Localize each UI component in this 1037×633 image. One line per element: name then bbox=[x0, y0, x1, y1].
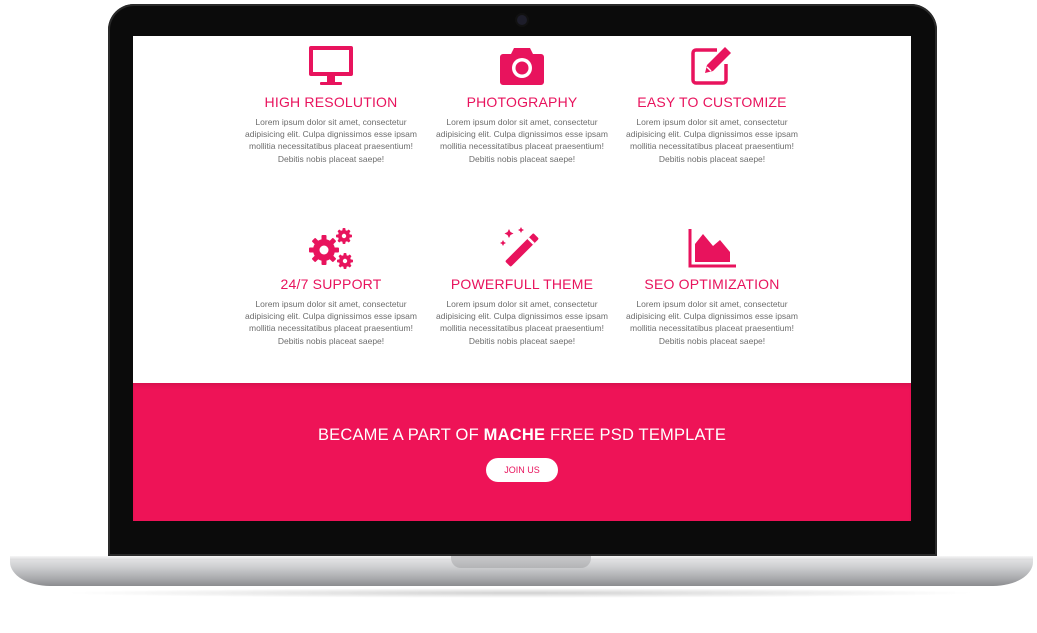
feature-powerfull-theme: POWERFULL THEME Lorem ipsum dolor sit am… bbox=[427, 226, 617, 347]
feature-description: Lorem ipsum dolor sit amet, consectetur … bbox=[245, 299, 417, 346]
feature-title: EASY TO CUSTOMIZE bbox=[637, 94, 787, 110]
cta-title-suffix: FREE PSD TEMPLATE bbox=[545, 426, 727, 444]
laptop-notch bbox=[451, 556, 591, 568]
cta-title: BECAME A PART OF MACHE FREE PSD TEMPLATE bbox=[133, 426, 911, 445]
feature-support: 24/7 SUPPORT Lorem ipsum dolor sit amet,… bbox=[236, 226, 426, 347]
magic-wand-icon bbox=[500, 227, 539, 267]
feature-description: Lorem ipsum dolor sit amet, consectetur … bbox=[436, 117, 608, 164]
feature-title: SEO OPTIMIZATION bbox=[644, 276, 780, 292]
webcam bbox=[517, 15, 527, 25]
feature-easy-to-customize: EASY TO CUSTOMIZE Lorem ipsum dolor sit … bbox=[617, 44, 807, 165]
area-chart-icon bbox=[688, 229, 736, 268]
feature-description: Lorem ipsum dolor sit amet, consectetur … bbox=[436, 299, 608, 346]
laptop-shadow bbox=[60, 588, 980, 598]
feature-title: HIGH RESOLUTION bbox=[264, 94, 398, 110]
cta-banner: BECAME A PART OF MACHE FREE PSD TEMPLATE… bbox=[133, 383, 911, 521]
gears-icon bbox=[309, 228, 353, 269]
feature-title: 24/7 SUPPORT bbox=[280, 276, 382, 292]
feature-description: Lorem ipsum dolor sit amet, consectetur … bbox=[626, 299, 798, 346]
cta-title-prefix: BECAME A PART OF bbox=[317, 426, 484, 444]
feature-seo-optimization: SEO OPTIMIZATION Lorem ipsum dolor sit a… bbox=[617, 226, 807, 347]
feature-description: Lorem ipsum dolor sit amet, consectetur … bbox=[245, 117, 417, 164]
screen: HIGH RESOLUTION Lorem ipsum dolor sit am… bbox=[133, 36, 911, 521]
feature-title: POWERFULL THEME bbox=[450, 276, 594, 292]
join-us-button[interactable]: JOIN US bbox=[486, 458, 558, 482]
feature-title: PHOTOGRAPHY bbox=[466, 94, 578, 110]
feature-high-resolution: HIGH RESOLUTION Lorem ipsum dolor sit am… bbox=[236, 44, 426, 165]
edit-icon bbox=[691, 47, 731, 85]
camera-icon bbox=[500, 48, 544, 85]
feature-photography: PHOTOGRAPHY Lorem ipsum dolor sit amet, … bbox=[427, 44, 617, 165]
cta-brand: MACHE bbox=[483, 426, 546, 444]
feature-description: Lorem ipsum dolor sit amet, consectetur … bbox=[626, 117, 798, 164]
monitor-icon bbox=[309, 46, 353, 85]
